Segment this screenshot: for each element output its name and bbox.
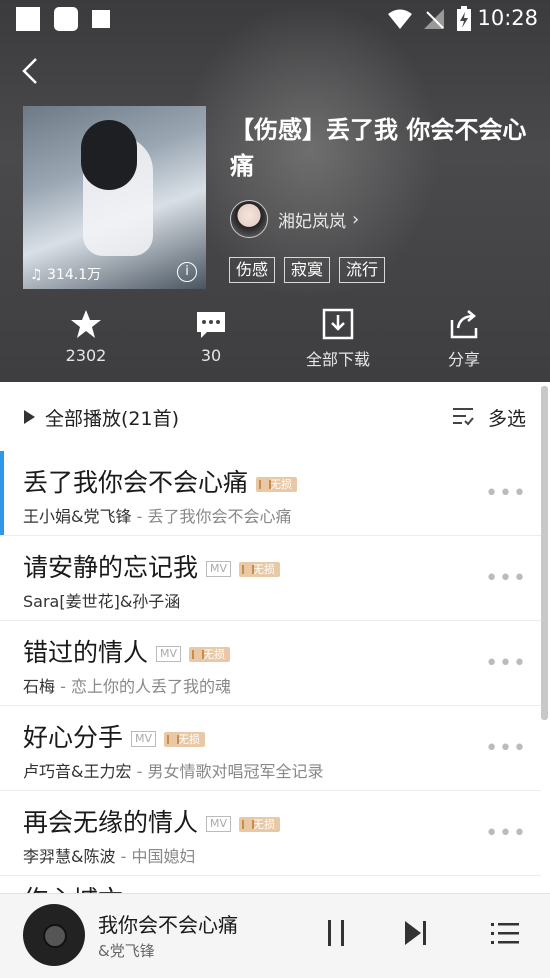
- next-track-icon[interactable]: [403, 918, 429, 948]
- song-artist: 李羿慧&陈波: [23, 847, 116, 866]
- song-album: 丢了我你会不会心痛: [147, 507, 292, 526]
- song-album: 男女情歌对唱冠军全记录: [147, 762, 324, 781]
- song-title: 错过的情人: [23, 638, 149, 667]
- status-bar: 10:28: [0, 0, 550, 38]
- clock: 10:28: [477, 6, 538, 30]
- more-icon[interactable]: •••: [485, 821, 527, 846]
- action-bar: 2302 30 全部下载 分享: [0, 308, 550, 378]
- headphones-icon: ♫: [30, 267, 43, 283]
- more-icon[interactable]: •••: [485, 736, 527, 761]
- mini-player[interactable]: 我你会不会心痛 &党飞锋: [0, 893, 550, 978]
- chevron-right-icon: ›: [352, 208, 360, 230]
- tag[interactable]: 伤感: [229, 257, 276, 283]
- signal-icon: [424, 9, 444, 29]
- playlist-title: 【伤感】丢了我 你会不会心痛: [230, 116, 527, 180]
- tag[interactable]: 流行: [339, 257, 386, 283]
- lossless-badge: 无损: [239, 561, 281, 577]
- song-artist: 王小娟&党飞锋: [23, 507, 132, 526]
- comment-button[interactable]: 30: [161, 308, 261, 365]
- song-title: 请安静的忘记我: [23, 553, 199, 582]
- tag[interactable]: 寂寞: [284, 257, 331, 283]
- lossless-badge: 无损: [239, 816, 281, 832]
- cover-figure-hair: [81, 120, 137, 190]
- song-album: 中国媳妇: [131, 847, 196, 866]
- author-name: 湘妃岚岚: [278, 211, 346, 232]
- share-icon: [450, 310, 478, 339]
- download-icon: [322, 308, 354, 340]
- avatar: [230, 200, 268, 238]
- lossless-badge: 无损: [164, 731, 206, 747]
- play-all-bar: 全部播放(21首) 多选: [0, 383, 550, 449]
- more-icon[interactable]: •••: [485, 566, 527, 591]
- song-row[interactable]: 错过的情人 MV 无损 石梅 - 恋上你的人丢了我的魂 •••: [0, 621, 541, 706]
- wifi-icon: [388, 9, 412, 29]
- info-icon[interactable]: i: [177, 262, 197, 282]
- song-row[interactable]: 丢了我你会不会心痛 无损 王小娟&党飞锋 - 丢了我你会不会心痛 •••: [0, 451, 541, 536]
- mv-badge[interactable]: MV: [156, 646, 182, 662]
- lossless-badge: 无损: [189, 646, 231, 662]
- mv-badge[interactable]: MV: [131, 731, 157, 747]
- notification-icon: [54, 7, 78, 31]
- multi-select-button[interactable]: 多选: [488, 404, 526, 431]
- pause-icon[interactable]: [325, 918, 347, 948]
- playlist-header: 10:28 ♫ 314.1万 i 【伤感】丢了我 你会不会心痛 湘妃岚岚 › 伤…: [0, 0, 550, 382]
- play-count: ♫ 314.1万: [30, 267, 102, 283]
- song-artist: 石梅: [23, 677, 56, 696]
- now-playing-indicator: [0, 451, 4, 535]
- song-title: 好心分手: [23, 723, 124, 752]
- share-button[interactable]: 分享: [414, 308, 514, 370]
- comment-icon: [197, 312, 225, 338]
- now-playing-title: 我你会不会心痛: [98, 913, 238, 937]
- lossless-badge: 无损: [256, 476, 298, 492]
- back-icon[interactable]: [18, 56, 44, 86]
- album-disc-icon[interactable]: [23, 904, 85, 966]
- song-title: 再会无缘的情人: [23, 808, 199, 837]
- text-icon: [92, 10, 110, 28]
- tag-list: 伤感 寂寞 流行: [229, 257, 386, 283]
- star-icon: [71, 310, 101, 338]
- favorite-button[interactable]: 2302: [36, 308, 136, 365]
- notification-icon: [16, 7, 40, 31]
- playlist-queue-icon[interactable]: [490, 918, 520, 948]
- song-row[interactable]: 好心分手 MV 无损 卢巧音&王力宏 - 男女情歌对唱冠军全记录 •••: [0, 706, 541, 791]
- playlist-cover[interactable]: ♫ 314.1万 i: [23, 106, 206, 289]
- more-icon[interactable]: •••: [485, 651, 527, 676]
- play-icon[interactable]: [24, 410, 35, 424]
- download-all-button[interactable]: 全部下载: [288, 308, 388, 370]
- now-playing-artist: &党飞锋: [98, 942, 155, 960]
- author-link[interactable]: 湘妃岚岚 ›: [230, 200, 359, 238]
- more-icon[interactable]: •••: [485, 481, 527, 506]
- song-artist: Sara[姜世花]&孙子涵: [23, 592, 181, 611]
- play-all-button[interactable]: 全部播放(21首): [45, 404, 179, 431]
- song-row[interactable]: 请安静的忘记我 MV 无损 Sara[姜世花]&孙子涵 •••: [0, 536, 541, 621]
- multi-select-icon: [453, 408, 474, 426]
- scrollbar[interactable]: [541, 386, 548, 720]
- song-album: 恋上你的人丢了我的魂: [70, 677, 231, 696]
- mv-badge[interactable]: MV: [206, 816, 232, 832]
- battery-icon: [457, 6, 471, 31]
- mv-badge[interactable]: MV: [206, 561, 232, 577]
- song-artist: 卢巧音&王力宏: [23, 762, 132, 781]
- song-title: 丢了我你会不会心痛: [23, 468, 249, 497]
- song-row[interactable]: 再会无缘的情人 MV 无损 李羿慧&陈波 - 中国媳妇 •••: [0, 791, 541, 876]
